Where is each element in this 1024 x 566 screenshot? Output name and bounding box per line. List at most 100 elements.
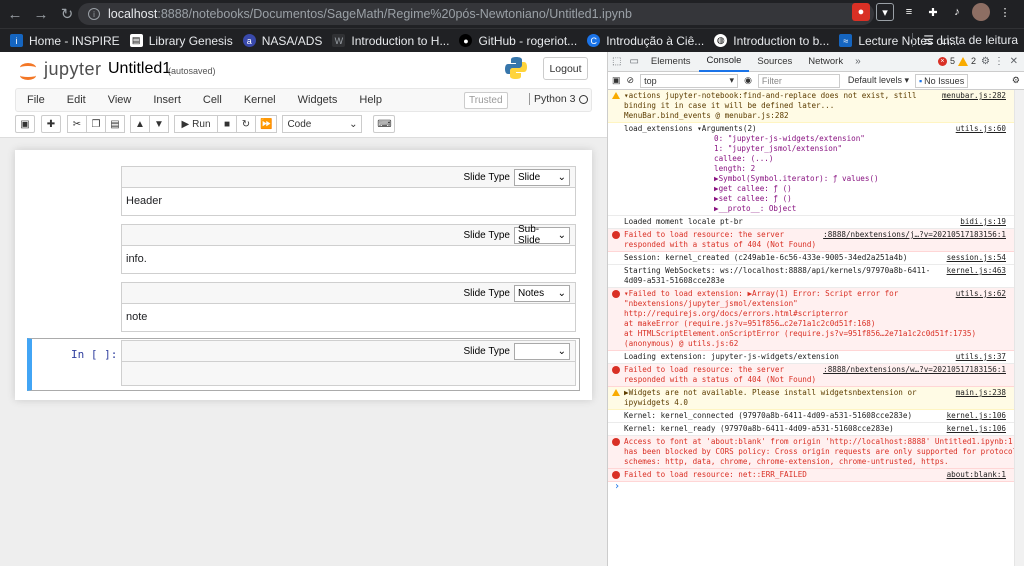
menu-widgets[interactable]: Widgets xyxy=(287,94,349,106)
move-up-button[interactable]: ▲ xyxy=(130,115,150,133)
issue-counts[interactable]: × 5 2 xyxy=(937,56,976,66)
bookmark-introduction-h[interactable]: W Introduction to H... xyxy=(332,34,449,48)
console-message[interactable]: Loading extension: jupyter-js-widgets/ex… xyxy=(608,351,1024,364)
console-object-property[interactable]: length: 2 xyxy=(624,164,1019,174)
slide-type-select[interactable]: ⌄ xyxy=(514,342,570,360)
log-levels-select[interactable]: Default levels ▾ xyxy=(848,75,909,86)
console-settings-icon[interactable]: ⚙ xyxy=(1012,75,1020,86)
shield-extension-icon[interactable]: ▾ xyxy=(876,3,894,21)
cell-content[interactable]: note xyxy=(121,304,576,332)
console-object-property[interactable]: 1: "jupyter_jsmol/extension" xyxy=(624,144,1019,154)
close-icon[interactable]: ✕ xyxy=(1010,56,1018,67)
bookmark-introduction-b[interactable]: ◍ Introduction to b... xyxy=(714,34,829,48)
code-input[interactable] xyxy=(121,362,576,386)
console-source-link[interactable]: utils.js:37 xyxy=(956,352,1006,362)
interrupt-button[interactable]: ■ xyxy=(217,115,237,133)
console-source-link[interactable]: kernel.js:463 xyxy=(947,266,1006,276)
console-source-link[interactable]: session.js:54 xyxy=(947,253,1006,263)
console-source-link[interactable]: :8888/nbextensions/w…?v=20210517183156:1 xyxy=(823,365,1006,375)
code-cell[interactable]: Slide Type ⌄ xyxy=(121,340,576,386)
bookmark-library-genesis[interactable]: ▤ Library Genesis xyxy=(129,34,233,48)
console-object-property[interactable]: ▶get callee: ƒ () xyxy=(624,184,1019,194)
logout-button[interactable]: Logout xyxy=(543,57,588,80)
ext-icon-3[interactable]: ≡ xyxy=(900,3,918,21)
tab-elements[interactable]: Elements xyxy=(643,52,699,72)
console-message[interactable]: Kernel: kernel_connected (97970a8b-6411-… xyxy=(608,410,1024,423)
console-object-property[interactable]: callee: (...) xyxy=(624,154,1019,164)
trusted-indicator[interactable]: Trusted xyxy=(464,92,508,109)
gear-icon[interactable]: ⚙ xyxy=(981,56,990,67)
save-button[interactable]: ▣ xyxy=(15,115,35,133)
filter-input[interactable]: Filter xyxy=(757,73,840,88)
console-message[interactable]: Failed to load resource: the server respo… xyxy=(608,229,1024,252)
console-source-link[interactable]: main.js:238 xyxy=(956,388,1006,398)
command-palette-button[interactable]: ⌨ xyxy=(373,115,396,133)
paste-button[interactable]: ▤ xyxy=(105,115,125,133)
console-source-link[interactable]: :8888/nbextensions/j…?v=20210517183156:1 xyxy=(823,230,1006,240)
console-object-property[interactable]: ▶__proto__: Object xyxy=(624,204,1019,214)
console-message[interactable]: ▾actions jupyter-notebook:find-and-repla… xyxy=(608,90,1024,123)
cell-content[interactable]: Header xyxy=(121,188,576,216)
issues-button[interactable]: ▪ No Issues xyxy=(914,73,969,88)
console-message[interactable]: Failed to load resource: the server respo… xyxy=(608,364,1024,387)
context-select[interactable]: top ▾ xyxy=(640,73,739,88)
console-object-property[interactable]: ▶Symbol(Symbol.iterator): ƒ values() xyxy=(624,174,1019,184)
console-message[interactable]: Session: kernel_created (c249ab1e-6c56-4… xyxy=(608,252,1024,265)
kebab-menu-icon[interactable]: ⋮ xyxy=(996,3,1014,21)
menu-edit[interactable]: Edit xyxy=(56,94,97,106)
slide-type-select[interactable]: Slide ⌄ xyxy=(514,168,570,186)
more-tabs-icon[interactable]: » xyxy=(855,56,861,67)
slide-type-select[interactable]: Sub-Slide ⌄ xyxy=(514,224,570,246)
tab-console[interactable]: Console xyxy=(698,52,750,72)
console-scrollbar[interactable] xyxy=(1014,90,1024,566)
cell-type-select[interactable]: Code ⌄ xyxy=(282,115,363,133)
move-down-button[interactable]: ▼ xyxy=(149,115,169,133)
markdown-cell[interactable]: Slide Type Notes ⌄ note xyxy=(121,282,576,332)
console-source-link[interactable]: utils.js:62 xyxy=(956,289,1006,299)
reload-icon[interactable]: ↻ xyxy=(56,3,78,25)
console-message[interactable]: Failed to load resource: net::ERR_FAILED… xyxy=(608,469,1024,482)
eye-icon[interactable]: ◉ xyxy=(744,75,752,86)
console-prompt[interactable]: › xyxy=(608,482,1024,492)
bookmark-github[interactable]: ● GitHub - rogeriot... xyxy=(459,34,577,48)
console-object-property[interactable]: 0: "jupyter-js-widgets/extension" xyxy=(624,134,1019,144)
menu-kernel[interactable]: Kernel xyxy=(233,94,287,106)
cell-content[interactable]: info. xyxy=(121,246,576,274)
forward-icon[interactable]: → xyxy=(30,3,52,25)
cut-button[interactable]: ✂ xyxy=(67,115,87,133)
clear-console-icon[interactable]: ⊘ xyxy=(627,75,635,86)
sidebar-toggle-icon[interactable]: ▣ xyxy=(612,75,621,86)
console-source-link[interactable]: about:blank:1 xyxy=(947,470,1006,480)
restart-button[interactable]: ↻ xyxy=(236,115,256,133)
kebab-icon[interactable]: ⋮ xyxy=(994,56,1004,67)
menu-insert[interactable]: Insert xyxy=(142,94,192,106)
bookmark-home-inspire[interactable]: i Home - INSPIRE xyxy=(10,34,120,48)
console-source-link[interactable]: kernel.js:106 xyxy=(947,424,1006,434)
console-message[interactable]: load_extensions ▾Arguments(2) 0: "jupyter… xyxy=(608,123,1024,216)
insert-cell-button[interactable]: ✚ xyxy=(41,115,61,133)
console-message[interactable]: Kernel: kernel_ready (97970a8b-6411-4d09… xyxy=(608,423,1024,436)
profile-avatar[interactable] xyxy=(972,3,990,21)
jupyter-logo[interactable]: jupyter xyxy=(18,59,102,80)
console-source-link[interactable]: bidi.js:19 xyxy=(960,217,1006,227)
console-message[interactable]: Access to font at 'about:blank' from ori… xyxy=(608,436,1024,469)
markdown-cell[interactable]: Slide Type Slide ⌄ Header xyxy=(121,166,576,216)
menu-cell[interactable]: Cell xyxy=(192,94,233,106)
console-message[interactable]: Starting WebSockets: ws://localhost:8888… xyxy=(608,265,1024,288)
notebook-title[interactable]: Untitled1 xyxy=(108,60,171,78)
menu-help[interactable]: Help xyxy=(348,94,393,106)
markdown-cell[interactable]: Slide Type Sub-Slide ⌄ info. xyxy=(121,224,576,274)
address-bar[interactable]: i localhost:8888/notebooks/Documentos/Sa… xyxy=(78,3,874,25)
console-message[interactable]: Loaded moment locale pt-br bidi.js:19 xyxy=(608,216,1024,229)
ublock-extension-icon[interactable]: ● xyxy=(852,3,870,21)
run-button[interactable]: ▶ Run xyxy=(174,115,218,133)
console-source-link[interactable]: kernel.js:106 xyxy=(947,411,1006,421)
console-object-property[interactable]: ▶set callee: ƒ () xyxy=(624,194,1019,204)
device-toggle-icon[interactable]: ▭ xyxy=(629,56,638,67)
tab-network[interactable]: Network xyxy=(800,52,851,72)
inspect-icon[interactable]: ⬚ xyxy=(612,56,621,67)
bookmark-introducao[interactable]: C Introdução à Ciê... xyxy=(587,34,704,48)
back-icon[interactable]: ← xyxy=(4,3,26,25)
slide-type-select[interactable]: Notes ⌄ xyxy=(514,284,570,302)
console-source-link[interactable]: menubar.js:282 xyxy=(942,91,1006,101)
